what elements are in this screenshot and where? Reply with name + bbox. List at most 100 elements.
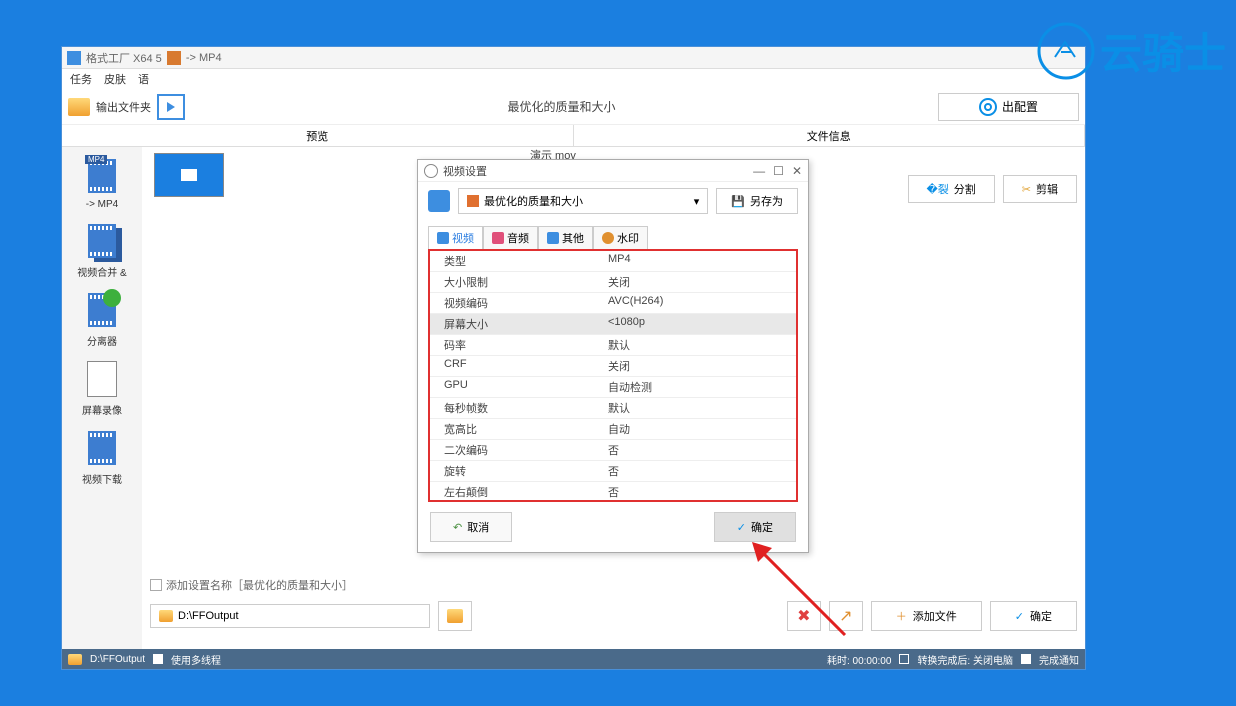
settings-row[interactable]: 二次编码否	[430, 440, 796, 461]
tab-audio[interactable]: 音频	[483, 226, 538, 249]
play-icon[interactable]	[157, 94, 185, 120]
remove-button[interactable]: ✖	[787, 601, 821, 631]
preset-icon	[428, 190, 450, 212]
save-as-button[interactable]: 💾另存为	[716, 188, 798, 214]
info-tabs: 预览 文件信息	[62, 125, 1085, 147]
sidebar: MP4 -> MP4 视频合并 & 分离器 屏幕录像 视频下载	[62, 147, 142, 649]
menu-skin[interactable]: 皮肤	[104, 71, 126, 87]
sidebar-label: 视频下载	[82, 471, 122, 486]
menu-bar: 任务 皮肤 语	[62, 69, 1085, 89]
setting-key: 屏幕大小	[430, 314, 602, 334]
clip-label: 剪辑	[1036, 181, 1058, 197]
confirm-label: 确定	[1030, 608, 1052, 624]
export-button[interactable]: ↗	[829, 601, 863, 631]
watermark-logo: 云骑士	[1037, 20, 1226, 81]
checkbox-icon[interactable]	[899, 654, 909, 664]
settings-row[interactable]: 旋转否	[430, 461, 796, 482]
main-toolbar: 输出文件夹 最优化的质量和大小 出配置	[62, 89, 1085, 125]
status-elapsed: 耗时: 00:00:00	[827, 652, 891, 667]
sidebar-item-mp4[interactable]: MP4 -> MP4	[64, 151, 140, 214]
close-button[interactable]: ✕	[792, 164, 802, 178]
film-icon	[88, 159, 116, 193]
tab-other[interactable]: 其他	[538, 226, 593, 249]
settings-row[interactable]: 类型MP4	[430, 251, 796, 272]
setting-value: 否	[602, 482, 796, 502]
folder-icon	[447, 609, 463, 623]
checkbox-icon[interactable]	[1021, 654, 1031, 664]
confirm-button[interactable]: ✓ 确定	[990, 601, 1077, 631]
setting-key: 二次编码	[430, 440, 602, 460]
minimize-button[interactable]: —	[753, 164, 765, 178]
sidebar-label: 视频合并 &	[77, 264, 126, 279]
checkbox-icon[interactable]	[153, 654, 163, 664]
preset-select[interactable]: 最优化的质量和大小 ▾	[458, 188, 708, 214]
tab-video[interactable]: 视频	[428, 226, 483, 249]
settings-row[interactable]: 每秒帧数默认	[430, 398, 796, 419]
sidebar-item-merge[interactable]: 视频合并 &	[64, 216, 140, 283]
maximize-button[interactable]: ☐	[773, 164, 784, 178]
add-preset-checkbox[interactable]: 添加设置名称［最优化的质量和大小］	[150, 577, 353, 593]
export-icon: ↗	[839, 606, 852, 626]
sidebar-item-record[interactable]: 屏幕录像	[64, 354, 140, 421]
doc-icon	[167, 51, 181, 65]
ok-button[interactable]: ✓ 确定	[714, 512, 796, 542]
settings-row[interactable]: GPU自动检测	[430, 377, 796, 398]
setting-key: 左右颠倒	[430, 482, 602, 502]
tab-fileinfo[interactable]: 文件信息	[574, 125, 1086, 146]
settings-row[interactable]: 大小限制关闭	[430, 272, 796, 293]
setting-key: 码率	[430, 335, 602, 355]
setting-value: 关闭	[602, 272, 796, 292]
tab-label: 水印	[617, 230, 639, 246]
app-icon	[67, 51, 81, 65]
undo-icon: ↶	[453, 521, 462, 534]
settings-row[interactable]: 码率默认	[430, 335, 796, 356]
folder-icon	[159, 610, 173, 622]
output-config-button[interactable]: 出配置	[938, 93, 1079, 121]
checkbox-icon	[150, 579, 162, 591]
check-icon: ✓	[1015, 610, 1024, 623]
setting-value: AVC(H264)	[602, 293, 796, 313]
add-preset-label: 添加设置名称［最优化的质量和大小］	[166, 577, 353, 593]
cancel-button[interactable]: ↶取消	[430, 512, 512, 542]
video-thumbnail[interactable]	[154, 153, 224, 197]
status-multithread: 使用多线程	[171, 652, 221, 667]
output-folder-icon[interactable]	[68, 98, 90, 116]
settings-row[interactable]: 宽高比自动	[430, 419, 796, 440]
output-path-input[interactable]: D:\FFOutput	[150, 604, 430, 628]
tab-label: 其他	[562, 230, 584, 246]
remove-icon: ✖	[797, 606, 810, 626]
add-file-label: 添加文件	[913, 608, 957, 624]
tab-label: 音频	[507, 230, 529, 246]
window-title: 格式工厂 X64 5	[86, 50, 162, 66]
video-settings-dialog: 视频设置 — ☐ ✕ 最优化的质量和大小▾ 💾另存为 视频 音频 其他 水印 类…	[417, 159, 809, 553]
add-file-button[interactable]: ＋添加文件	[871, 601, 982, 631]
setting-key: CRF	[430, 356, 602, 376]
clip-button[interactable]: ✂剪辑	[1003, 175, 1077, 203]
chevron-down-icon: ▾	[694, 195, 700, 208]
settings-row[interactable]: 视频编码AVC(H264)	[430, 293, 796, 314]
setting-value: MP4	[602, 251, 796, 271]
tab-watermark[interactable]: 水印	[593, 226, 648, 249]
check-icon: ✓	[737, 521, 746, 534]
browse-button[interactable]	[438, 601, 472, 631]
output-folder-label: 输出文件夹	[96, 99, 151, 115]
menu-task[interactable]: 任务	[70, 71, 92, 87]
tab-preview[interactable]: 预览	[62, 125, 574, 146]
bottom-toolbar: D:\FFOutput ✖ ↗ ＋添加文件 ✓ 确定	[142, 601, 1085, 631]
status-notify: 完成通知	[1039, 652, 1079, 667]
output-path: D:\FFOutput	[178, 610, 239, 622]
ok-label: 确定	[751, 519, 773, 535]
settings-row[interactable]: 左右颠倒否	[430, 482, 796, 502]
sidebar-item-splitter[interactable]: 分离器	[64, 285, 140, 352]
settings-row[interactable]: CRF关闭	[430, 356, 796, 377]
sidebar-item-download[interactable]: 视频下载	[64, 423, 140, 490]
preset-label: 最优化的质量和大小	[484, 193, 583, 209]
dialog-icon	[424, 164, 438, 178]
title-bar: 格式工厂 X64 5 -> MP4	[62, 47, 1085, 69]
split-button[interactable]: �裂分割	[908, 175, 995, 203]
sidebar-label: 屏幕录像	[82, 402, 122, 417]
menu-lang[interactable]: 语	[138, 71, 149, 87]
setting-value: 否	[602, 461, 796, 481]
settings-row[interactable]: 屏幕大小<1080p	[430, 314, 796, 335]
status-path: D:\FFOutput	[90, 654, 145, 665]
